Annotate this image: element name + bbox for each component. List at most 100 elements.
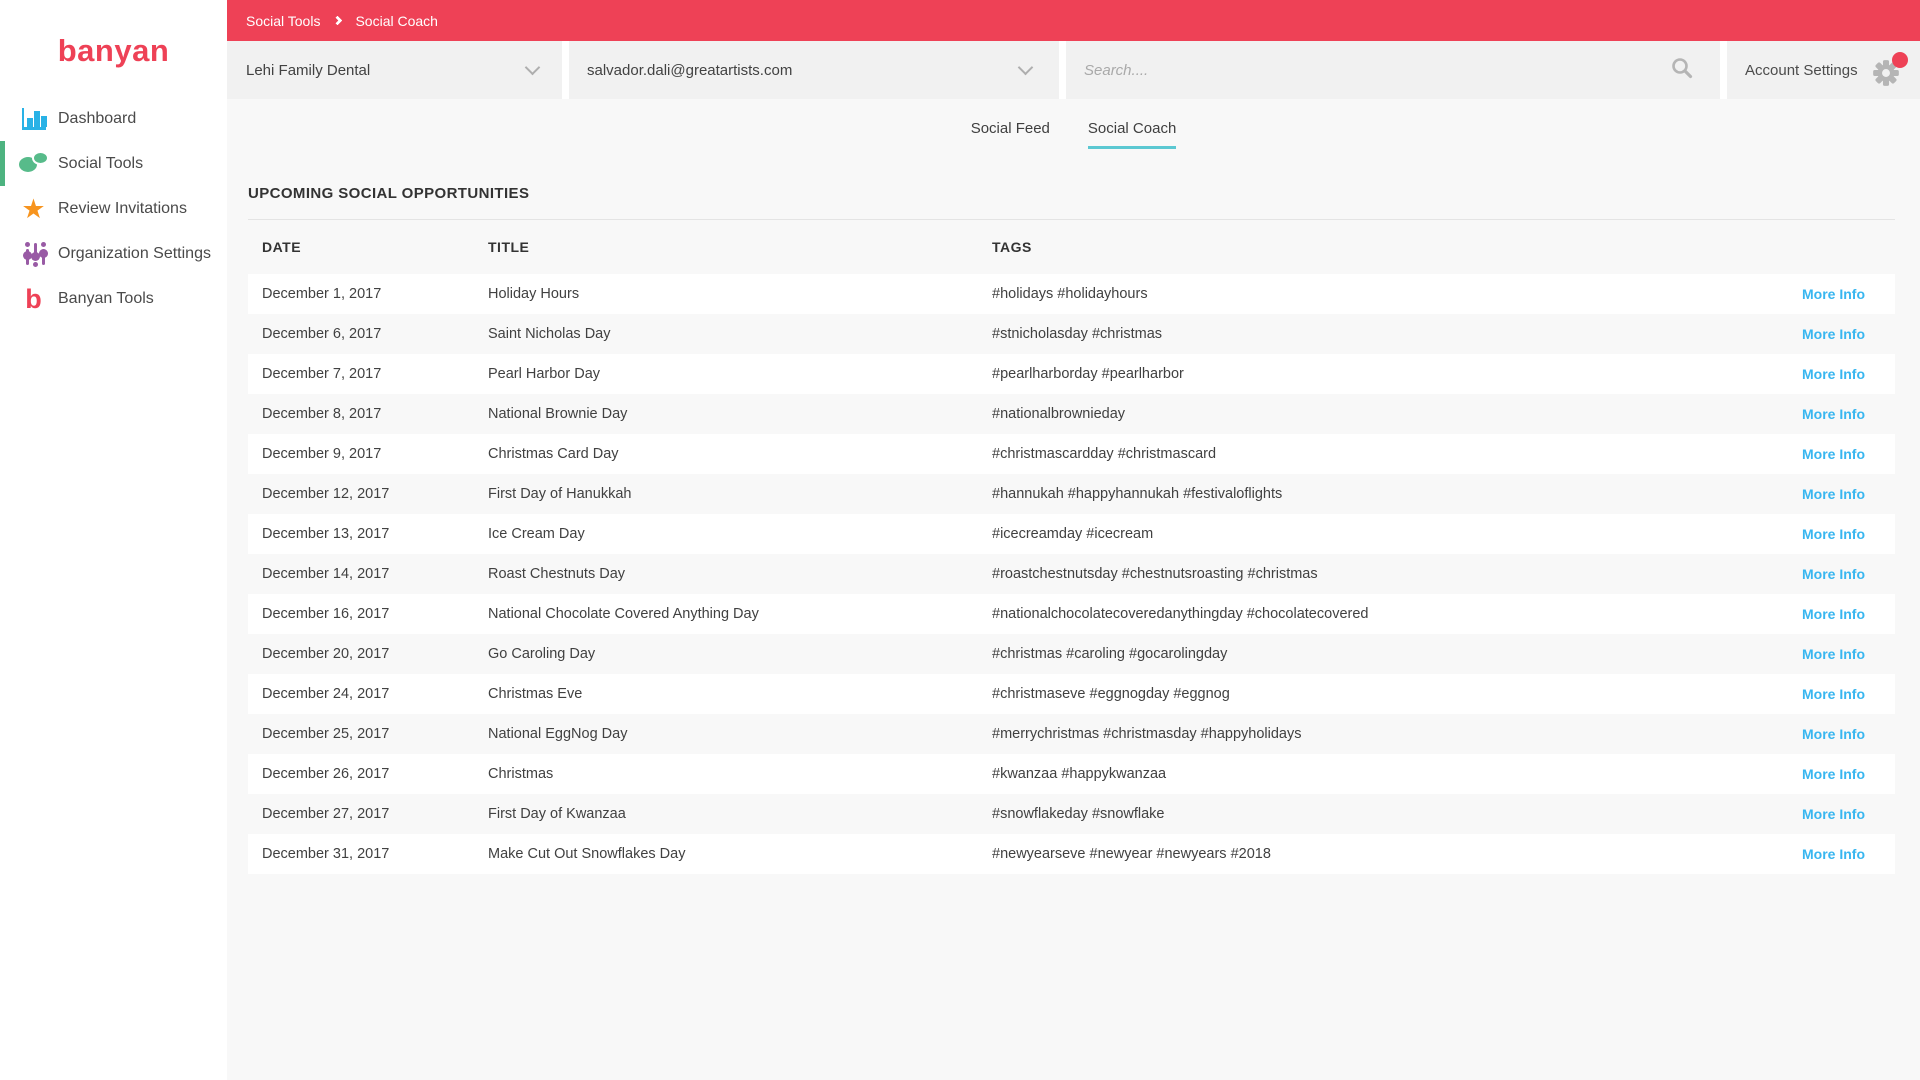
more-info-link[interactable]: More Info [1802,406,1865,422]
cell-title: First Day of Hanukkah [488,486,632,502]
table-row: December 1, 2017 Holiday Hours #holidays… [248,274,1895,314]
cell-tags: #christmas #caroling #gocarolingday [992,646,1228,662]
table-row: December 26, 2017 Christmas #kwanzaa #ha… [248,754,1895,794]
cell-tags: #snowflakeday #snowflake [992,806,1165,822]
cell-date: December 9, 2017 [262,446,382,462]
topbar-divider [1059,41,1066,99]
more-info-link[interactable]: More Info [1802,846,1865,862]
table-row: December 27, 2017 First Day of Kwanzaa #… [248,794,1895,834]
account-settings-link[interactable]: Account Settings [1745,62,1858,79]
table-row: December 12, 2017 First Day of Hanukkah … [248,474,1895,514]
cell-tags: #hannukah #happyhannukah #festivalofligh… [992,486,1283,502]
cell-title: Christmas Eve [488,686,583,702]
cell-title: Go Caroling Day [488,646,596,662]
more-info-link[interactable]: More Info [1802,446,1865,462]
sidebar-item-organization-settings[interactable]: Organization Settings [0,231,227,276]
table-row: December 14, 2017 Roast Chestnuts Day #r… [248,554,1895,594]
search-icon[interactable] [1670,56,1694,85]
cell-tags: #roastchestnutsday #chestnutsroasting #c… [992,566,1318,582]
cell-title: Pearl Harbor Day [488,366,601,382]
cell-title: Ice Cream Day [488,526,585,542]
more-info-link[interactable]: More Info [1802,726,1865,742]
organization-dropdown-value: Lehi Family Dental [246,61,371,79]
cell-tags: #pearlharborday #pearlharbor [992,366,1184,382]
column-header-title: TITLE [488,239,530,255]
chevron-right-icon [333,15,343,26]
topbar-divider [1720,41,1727,99]
gear-icon[interactable] [1872,52,1908,87]
more-info-link[interactable]: More Info [1802,286,1865,302]
account-dropdown-value: salvador.dali@greatartists.com [587,61,793,79]
account-dropdown[interactable]: salvador.dali@greatartists.com [569,41,1059,99]
cell-date: December 26, 2017 [262,766,390,782]
cell-tags: #kwanzaa #happykwanzaa [992,766,1167,782]
sliders-icon [18,240,49,268]
more-info-link[interactable]: More Info [1802,686,1865,702]
sidebar-item-review-invitations[interactable]: ★ Review Invitations [0,186,227,231]
more-info-link[interactable]: More Info [1802,766,1865,782]
sidebar-item-social-tools[interactable]: Social Tools [0,141,227,186]
page-title: UPCOMING SOCIAL OPPORTUNITIES [248,185,530,202]
table-row: December 9, 2017 Christmas Card Day #chr… [248,434,1895,474]
cell-date: December 24, 2017 [262,686,390,702]
sidebar-item-label: Review Invitations [58,199,187,217]
table-row: December 20, 2017 Go Caroling Day #chris… [248,634,1895,674]
column-header-date: DATE [262,239,302,255]
notification-dot [1892,52,1908,68]
table-row: December 16, 2017 National Chocolate Cov… [248,594,1895,634]
table-row: December 31, 2017 Make Cut Out Snowflake… [248,834,1895,874]
cell-title: First Day of Kwanzaa [488,806,626,822]
more-info-link[interactable]: More Info [1802,806,1865,822]
chevron-down-icon [524,59,541,76]
breadcrumb-social-coach[interactable]: Social Coach [355,13,438,29]
tab-social-coach[interactable]: Social Coach [1087,120,1177,149]
sidebar: banyan Dashboard Social Tools ★ Review I… [0,0,227,1080]
cell-title: Holiday Hours [488,286,580,302]
sidebar-item-dashboard[interactable]: Dashboard [0,96,227,141]
table-row: December 6, 2017 Saint Nicholas Day #stn… [248,314,1895,354]
logo[interactable]: banyan [0,0,227,96]
table-row: December 13, 2017 Ice Cream Day #icecrea… [248,514,1895,554]
search-input[interactable] [1084,61,1670,79]
cell-date: December 20, 2017 [262,646,390,662]
cell-date: December 13, 2017 [262,526,390,542]
column-header-tags: TAGS [992,239,1032,255]
table-row: December 24, 2017 Christmas Eve #christm… [248,674,1895,714]
account-settings-section: Account Settings [1727,41,1920,99]
cell-title: National Brownie Day [488,406,628,422]
table-row: December 7, 2017 Pearl Harbor Day #pearl… [248,354,1895,394]
cell-title: Christmas [488,766,554,782]
cell-tags: #nationalchocolatecoveredanythingday #ch… [992,606,1369,622]
top-bar: Lehi Family Dental salvador.dali@greatar… [227,41,1920,99]
cell-title: National EggNog Day [488,726,628,742]
cell-date: December 1, 2017 [262,286,382,302]
cell-tags: #newyearseve #newyear #newyears #2018 [992,846,1271,862]
breadcrumb: Social Tools Social Coach [227,0,1920,41]
breadcrumb-social-tools[interactable]: Social Tools [246,13,320,29]
table-header: DATE TITLE TAGS [248,220,1895,274]
cell-tags: #holidays #holidayhours [992,286,1148,302]
more-info-link[interactable]: More Info [1802,486,1865,502]
sidebar-item-label: Organization Settings [58,244,211,262]
sidebar-item-label: Dashboard [58,109,137,127]
more-info-link[interactable]: More Info [1802,326,1865,342]
more-info-link[interactable]: More Info [1802,566,1865,582]
cell-date: December 6, 2017 [262,326,382,342]
cell-date: December 7, 2017 [262,366,382,382]
cell-date: December 27, 2017 [262,806,390,822]
organization-dropdown[interactable]: Lehi Family Dental [227,41,562,99]
bar-chart-icon [18,105,49,133]
more-info-link[interactable]: More Info [1802,366,1865,382]
cell-date: December 25, 2017 [262,726,390,742]
search-section [1066,41,1720,99]
chevron-down-icon [1017,59,1034,76]
tab-social-feed[interactable]: Social Feed [971,120,1050,149]
cell-title: Make Cut Out Snowflakes Day [488,846,686,862]
cell-title: Christmas Card Day [488,446,619,462]
more-info-link[interactable]: More Info [1802,646,1865,662]
sidebar-item-banyan-tools[interactable]: b Banyan Tools [0,276,227,321]
more-info-link[interactable]: More Info [1802,526,1865,542]
more-info-link[interactable]: More Info [1802,606,1865,622]
star-icon: ★ [21,193,46,224]
table-row: December 25, 2017 National EggNog Day #m… [248,714,1895,754]
